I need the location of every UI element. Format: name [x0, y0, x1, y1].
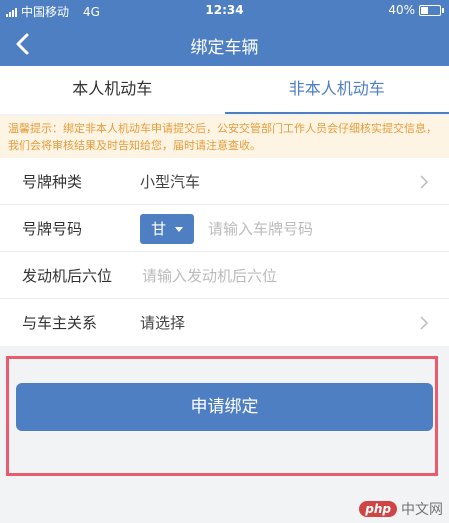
- php-logo: php: [359, 501, 397, 517]
- tab-other-vehicle[interactable]: 非本人机动车: [224, 66, 449, 114]
- plate-type-row[interactable]: 号牌种类 小型汽车: [0, 158, 449, 205]
- page-title: 绑定车辆: [190, 38, 259, 58]
- status-bar: 中国移动 4G 12:34 40%: [0, 0, 449, 22]
- binding-form: 号牌种类 小型汽车 号牌号码 甘 发动机后六位 与车主关系 请选择: [0, 158, 449, 346]
- engine-label: 发动机后六位: [22, 267, 113, 285]
- plate-type-value: 小型汽车: [140, 173, 201, 191]
- watermark-text: 中文网: [401, 502, 443, 518]
- status-right: 40%: [388, 3, 444, 17]
- plate-number-label: 号牌号码: [22, 220, 83, 238]
- apply-binding-button[interactable]: 申请绑定: [16, 383, 433, 431]
- battery-icon: [419, 4, 444, 16]
- watermark: php 中文网: [359, 499, 443, 519]
- nav-bar: 绑定车辆: [0, 22, 449, 66]
- province-selector[interactable]: 甘: [140, 214, 194, 244]
- notice-banner: 温馨提示：绑定非本人机动车申请提交后，公安交管部门工作人员会仔细核实提交信息，我…: [0, 116, 449, 158]
- plate-number-input[interactable]: [206, 216, 430, 242]
- relation-row[interactable]: 与车主关系 请选择: [0, 299, 449, 346]
- relation-label: 与车主关系: [22, 314, 98, 332]
- plate-type-label: 号牌种类: [22, 173, 83, 191]
- chevron-right-icon: [420, 316, 429, 330]
- tab-own-vehicle[interactable]: 本人机动车: [0, 66, 225, 114]
- province-value: 甘: [151, 220, 167, 238]
- caret-down-icon: [174, 226, 183, 232]
- tab-bar: 本人机动车 非本人机动车: [0, 66, 449, 114]
- plate-number-row: 号牌号码 甘: [0, 205, 449, 252]
- status-time: 12:34: [205, 3, 244, 17]
- engine-input[interactable]: [140, 263, 424, 289]
- chevron-right-icon: [420, 175, 429, 189]
- relation-value: 请选择: [140, 314, 186, 332]
- battery-percent: 40%: [388, 3, 415, 17]
- engine-row: 发动机后六位: [0, 252, 449, 299]
